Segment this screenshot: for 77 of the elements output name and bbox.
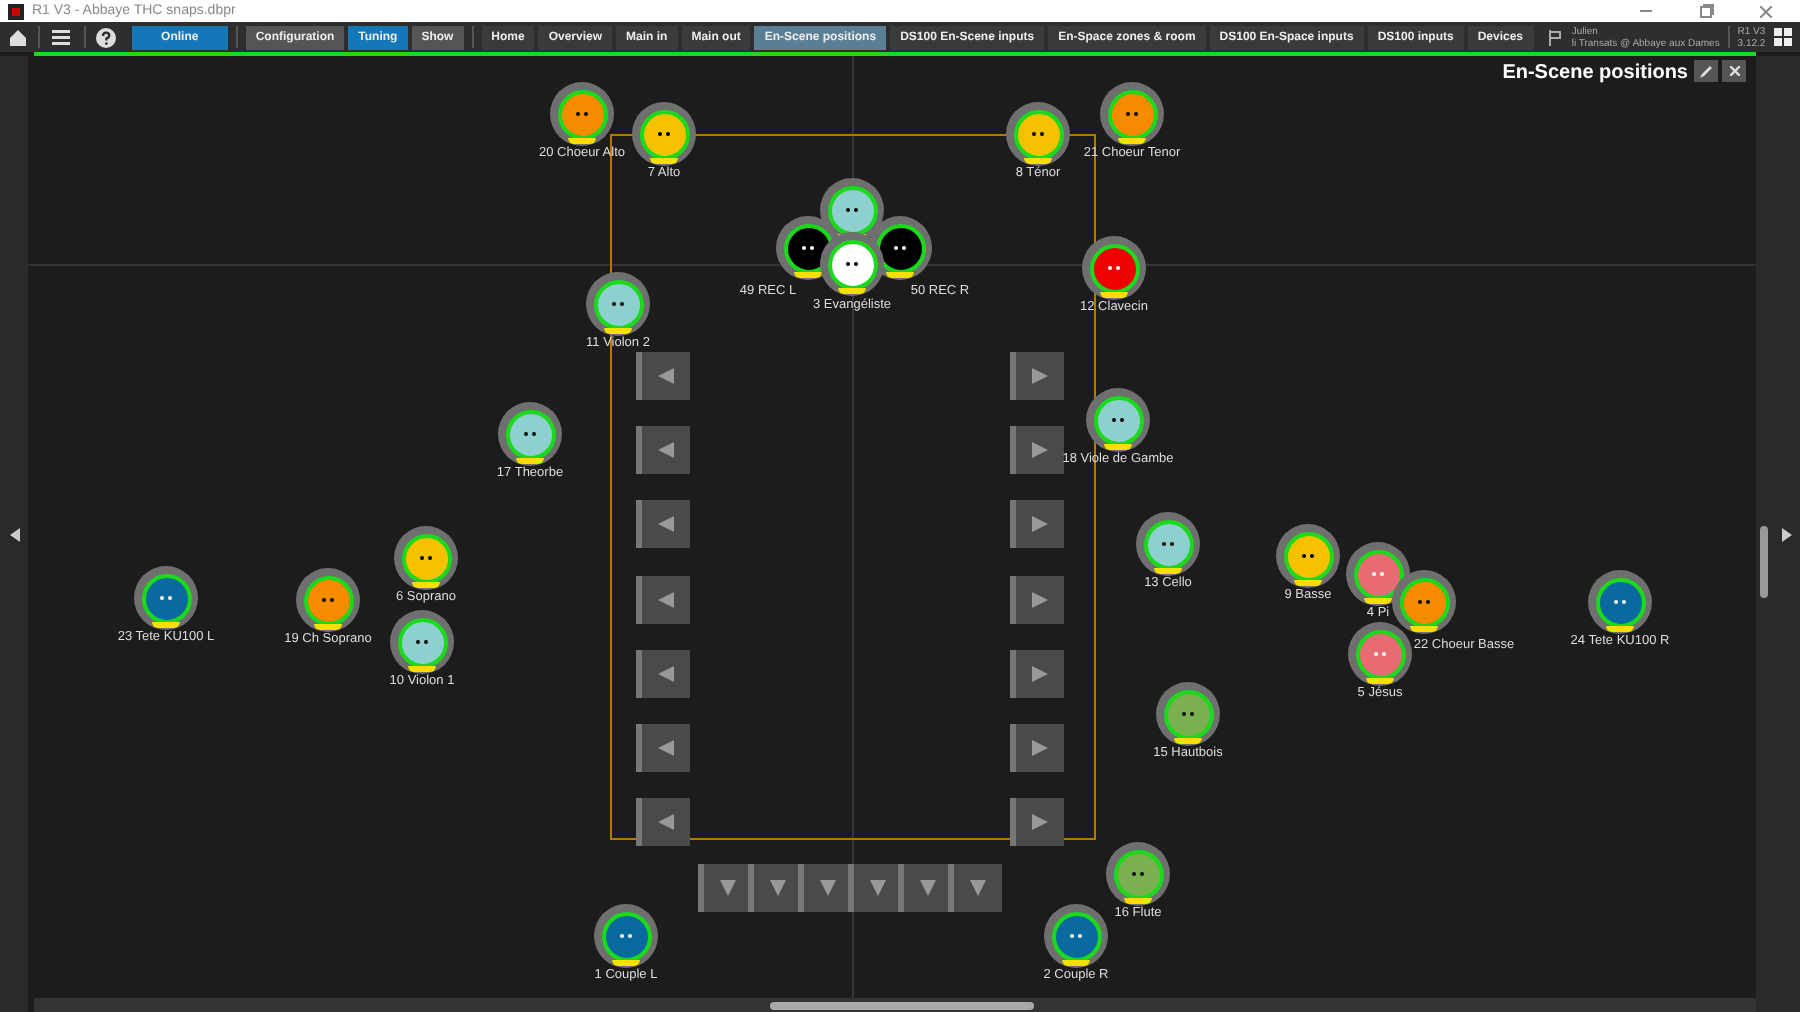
vertical-scrollbar[interactable] xyxy=(1756,56,1772,1012)
source-marker[interactable] xyxy=(820,232,884,296)
source-marker[interactable] xyxy=(594,904,658,968)
speaker-button[interactable] xyxy=(636,724,690,772)
speaker-button[interactable] xyxy=(848,864,902,912)
source-marker[interactable] xyxy=(1044,904,1108,968)
speaker-icon xyxy=(654,736,678,760)
source-marker[interactable] xyxy=(1086,388,1150,452)
speaker-button[interactable] xyxy=(798,864,852,912)
speaker-button[interactable] xyxy=(636,352,690,400)
source-marker[interactable] xyxy=(1588,570,1652,634)
source-marker[interactable] xyxy=(1106,842,1170,906)
menu-icon[interactable] xyxy=(48,24,76,50)
speaker-icon xyxy=(654,810,678,834)
speaker-button[interactable] xyxy=(1010,352,1064,400)
source-marker[interactable] xyxy=(1136,512,1200,576)
speaker-button[interactable] xyxy=(1010,798,1064,846)
source-marker[interactable] xyxy=(1348,622,1412,686)
pencil-icon xyxy=(1700,65,1712,77)
speaker-icon xyxy=(1028,810,1052,834)
speaker-icon xyxy=(1028,662,1052,686)
panel-title: En-Scene positions xyxy=(1502,62,1688,84)
source-marker[interactable] xyxy=(390,610,454,674)
source-marker[interactable] xyxy=(134,566,198,630)
source-marker[interactable] xyxy=(296,568,360,632)
speaker-icon xyxy=(966,876,990,900)
source-marker[interactable] xyxy=(1082,236,1146,300)
speaker-icon xyxy=(716,876,740,900)
speaker-icon xyxy=(1028,736,1052,760)
speaker-icon xyxy=(654,588,678,612)
speaker-icon xyxy=(654,512,678,536)
speaker-icon xyxy=(654,662,678,686)
speaker-button[interactable] xyxy=(698,864,752,912)
scroll-right-icon[interactable] xyxy=(1781,527,1791,541)
speaker-button[interactable] xyxy=(636,500,690,548)
source-marker[interactable] xyxy=(632,102,696,166)
speaker-icon xyxy=(816,876,840,900)
speaker-button[interactable] xyxy=(636,798,690,846)
source-marker[interactable] xyxy=(394,526,458,590)
speaker-button[interactable] xyxy=(1010,576,1064,624)
speaker-icon xyxy=(1028,512,1052,536)
speaker-icon xyxy=(1028,364,1052,388)
speaker-button[interactable] xyxy=(1010,650,1064,698)
source-marker[interactable] xyxy=(498,402,562,466)
scroll-left-icon[interactable] xyxy=(9,527,19,541)
help-icon[interactable] xyxy=(93,24,120,50)
edit-button[interactable] xyxy=(1694,60,1718,82)
speaker-button[interactable] xyxy=(636,576,690,624)
speaker-icon xyxy=(654,438,678,462)
speaker-button[interactable] xyxy=(1010,724,1064,772)
speaker-button[interactable] xyxy=(636,650,690,698)
grid-icon[interactable] xyxy=(1769,24,1796,50)
close-icon xyxy=(1729,66,1739,76)
speaker-icon xyxy=(1028,588,1052,612)
source-marker[interactable] xyxy=(1276,524,1340,588)
source-marker[interactable] xyxy=(550,82,614,146)
speaker-button[interactable] xyxy=(898,864,952,912)
speaker-icon xyxy=(916,876,940,900)
source-marker[interactable] xyxy=(1156,682,1220,746)
source-marker[interactable] xyxy=(1100,82,1164,146)
source-marker[interactable] xyxy=(1392,570,1456,634)
speaker-button[interactable] xyxy=(948,864,1002,912)
source-marker[interactable] xyxy=(586,272,650,336)
maximize-icon[interactable] xyxy=(1699,4,1713,18)
close-button[interactable] xyxy=(1722,60,1746,82)
speaker-button[interactable] xyxy=(748,864,802,912)
speaker-icon xyxy=(654,364,678,388)
close-icon[interactable] xyxy=(1760,5,1772,17)
speaker-button[interactable] xyxy=(1010,426,1064,474)
source-marker[interactable] xyxy=(1006,102,1070,166)
speaker-button[interactable] xyxy=(1010,500,1064,548)
speaker-icon xyxy=(766,876,790,900)
speaker-button[interactable] xyxy=(636,426,690,474)
source-marker[interactable] xyxy=(1346,542,1410,606)
horizontal-scrollbar[interactable] xyxy=(34,998,1756,1012)
speaker-icon xyxy=(866,876,890,900)
speaker-icon xyxy=(1028,438,1052,462)
